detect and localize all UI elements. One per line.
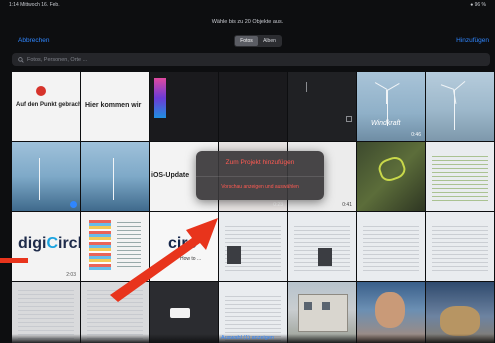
photo-thumbnail[interactable] [288, 72, 356, 141]
preview-and-select-menu-item[interactable]: Vorschau anzeigen und auswählen [196, 184, 324, 190]
search-input[interactable]: Fotos, Personen, Orte ... [12, 53, 490, 66]
thumbnail-caption-part: ircle [58, 235, 80, 252]
tab-albums[interactable]: Alben [258, 36, 281, 46]
search-placeholder: Fotos, Personen, Orte ... [27, 56, 88, 63]
photo-thumbnail[interactable] [426, 72, 494, 141]
photo-thumbnail[interactable] [357, 212, 425, 281]
photo-thumbnail[interactable]: circ How to ... [150, 212, 218, 281]
video-duration: 0:23 [273, 202, 283, 208]
thumbnail-caption-accent: C [46, 235, 58, 252]
photo-picker-screen: 1:14 Mittwoch 16. Feb. ● 96 % Wähle bis … [0, 0, 495, 343]
search-icon [18, 56, 24, 63]
photo-thumbnail[interactable]: Windkraft 0:46 [357, 72, 425, 141]
thumbnail-caption-part: digi [18, 235, 47, 252]
thumbnail-caption: circ [168, 235, 197, 252]
video-duration: 0:46 [411, 132, 421, 138]
thumbnail-caption: Auf den Punkt gebracht [16, 102, 80, 108]
photo-thumbnail[interactable]: Hier kommen wir [81, 72, 149, 141]
context-menu: Zum Projekt hinzufügen Vorschau anzeigen… [196, 151, 324, 200]
status-battery: ● 96 % [470, 2, 486, 8]
thumbnail-caption: digiCircle [18, 235, 80, 253]
red-arrow-annotation [0, 258, 28, 263]
menu-divider [196, 176, 324, 177]
photos-albums-segmented-control: Fotos Alben [234, 35, 282, 47]
photo-thumbnail[interactable] [426, 142, 494, 211]
add-button[interactable]: Hinzufügen [456, 37, 489, 44]
status-time-date: 1:14 Mittwoch 16. Feb. [9, 2, 60, 8]
photo-thumbnail[interactable] [150, 72, 218, 141]
photo-thumbnail[interactable] [81, 142, 149, 211]
thumbnail-caption: Hier kommen wir [85, 102, 142, 109]
tab-photos[interactable]: Fotos [235, 36, 258, 46]
photo-thumbnail[interactable] [219, 212, 287, 281]
add-to-project-menu-item[interactable]: Zum Projekt hinzufügen [196, 159, 324, 166]
cancel-button[interactable]: Abbrechen [18, 37, 49, 44]
photo-thumbnail[interactable] [357, 142, 425, 211]
video-duration: 2:03 [66, 272, 76, 278]
photo-thumbnail[interactable] [81, 212, 149, 281]
thumbnail-subcaption: How to ... [180, 256, 202, 262]
photo-thumbnail[interactable]: Auf den Punkt gebracht [12, 72, 80, 141]
photo-thumbnail[interactable] [219, 72, 287, 141]
photo-thumbnail[interactable] [12, 142, 80, 211]
photo-grid: Auf den Punkt gebracht Hier kommen wir W… [12, 72, 495, 343]
thumbnail-caption: Windkraft [371, 120, 401, 127]
photo-thumbnail[interactable]: digiCircle 2:03 [12, 212, 80, 281]
video-duration: 0:41 [342, 202, 352, 208]
show-selection-button[interactable]: Auswahl (1) anzeigen [0, 335, 495, 341]
photo-thumbnail[interactable] [426, 212, 494, 281]
picker-title: Wähle bis zu 20 Objekte aus. [211, 19, 284, 25]
photo-thumbnail[interactable] [288, 212, 356, 281]
